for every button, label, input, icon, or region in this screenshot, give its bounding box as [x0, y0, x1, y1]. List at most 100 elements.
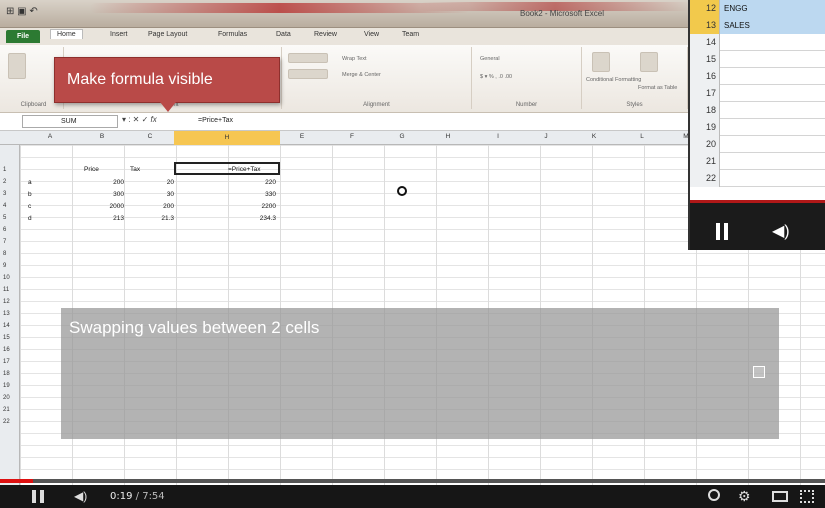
gear-icon[interactable]: ⚙ — [738, 488, 751, 505]
cell-label[interactable]: c — [28, 203, 31, 210]
title-highlight — [90, 3, 470, 13]
cell-price[interactable]: 200 — [84, 179, 124, 186]
tab-insert[interactable]: Insert — [110, 31, 128, 38]
row-header[interactable]: 19 — [0, 383, 20, 389]
captions-icon[interactable] — [708, 489, 720, 501]
video-title-overlay[interactable]: Swapping values between 2 cells — [61, 308, 779, 439]
column-header-c[interactable]: C — [140, 133, 160, 140]
row-header[interactable]: 14 — [0, 323, 20, 329]
row-header[interactable]: 6 — [0, 227, 20, 233]
conditional-formatting-icon[interactable] — [592, 52, 610, 72]
cell-tax[interactable]: 20 — [134, 179, 174, 186]
tab-file[interactable]: File — [6, 30, 40, 43]
column-header-k[interactable]: K — [584, 133, 604, 140]
tab-formulas[interactable]: Formulas — [218, 31, 247, 38]
row-header[interactable]: 13 — [0, 311, 20, 317]
thumbnail-row: 19 — [690, 119, 825, 136]
cell-label[interactable]: b — [28, 191, 32, 198]
cell-total[interactable]: 330 — [236, 191, 276, 198]
column-header-selected[interactable]: H — [174, 131, 280, 145]
cell-tax[interactable]: 30 — [134, 191, 174, 198]
cell-tax[interactable]: 200 — [134, 203, 174, 210]
volume-icon[interactable]: ◀) — [74, 489, 87, 503]
row-header[interactable]: 10 — [0, 275, 20, 281]
thumbnail-row-number: 20 — [690, 136, 720, 153]
annotation-callout[interactable]: Make formula visible — [54, 57, 280, 103]
cell-total[interactable]: 220 — [236, 179, 276, 186]
column-header-f[interactable]: F — [342, 133, 362, 140]
cell-price[interactable]: 300 — [84, 191, 124, 198]
paste-icon[interactable] — [8, 53, 26, 79]
share-icon[interactable] — [753, 366, 765, 378]
size-icon[interactable] — [772, 491, 788, 502]
thumbnail-controls: ◀) — [690, 200, 825, 250]
wrap-text-button[interactable]: Wrap Text — [342, 56, 367, 62]
cell-header-tax[interactable]: Tax — [130, 166, 140, 173]
row-header[interactable]: 7 — [0, 239, 20, 245]
row-header[interactable]: 20 — [0, 395, 20, 401]
formula-input[interactable]: =Price+Tax — [198, 117, 233, 124]
row-header[interactable]: 3 — [0, 191, 20, 197]
number-format-icons[interactable]: $ ▾ % , .0 .00 — [480, 74, 512, 80]
progress-bar[interactable] — [0, 479, 825, 483]
row-header[interactable]: 15 — [0, 335, 20, 341]
selected-cell[interactable] — [174, 162, 280, 175]
thumbnail-row-number: 15 — [690, 51, 720, 68]
format-as-table-icon[interactable] — [640, 52, 658, 72]
cell-price[interactable]: 2000 — [84, 203, 124, 210]
cell-header-price[interactable]: Price — [84, 166, 99, 173]
row-header[interactable]: 12 — [0, 299, 20, 305]
align-top-icon[interactable] — [288, 53, 328, 63]
row-header[interactable]: 2 — [0, 179, 20, 185]
preview-thumbnail[interactable]: 12 ENGG 13 SALES 14 15 16 17 18 19 20 21… — [688, 0, 825, 250]
row-header[interactable]: 18 — [0, 371, 20, 377]
thumbnail-row-number: 21 — [690, 153, 720, 170]
tab-team[interactable]: Team — [402, 31, 419, 38]
formula-icons[interactable]: ▾ : ✕ ✓ fx — [122, 115, 157, 124]
group-label-styles: Styles — [626, 102, 643, 108]
column-header-e[interactable]: E — [292, 133, 312, 140]
video-player[interactable]: ⊞ ▣ ↶ Book2 - Microsoft Excel File Home … — [0, 0, 825, 508]
row-header[interactable]: 21 — [0, 407, 20, 413]
column-header-i[interactable]: I — [488, 133, 508, 140]
row-header[interactable]: 9 — [0, 263, 20, 269]
callout-pointer — [160, 102, 176, 112]
cell-price[interactable]: 213 — [84, 215, 124, 222]
row-header[interactable]: 5 — [0, 215, 20, 221]
cell-label[interactable]: d — [28, 215, 32, 222]
column-header-j[interactable]: J — [536, 133, 556, 140]
column-header-l[interactable]: L — [632, 133, 652, 140]
column-header-a[interactable]: A — [40, 133, 60, 140]
tab-home[interactable]: Home — [50, 29, 83, 39]
group-number: General $ ▾ % , .0 .00 Number — [472, 47, 582, 109]
cell-total[interactable]: 2200 — [236, 203, 276, 210]
tab-page-layout[interactable]: Page Layout — [148, 31, 187, 38]
row-header[interactable]: 11 — [0, 287, 20, 293]
number-format-select[interactable]: General — [480, 56, 500, 62]
row-header[interactable]: 16 — [0, 347, 20, 353]
tab-view[interactable]: View — [364, 31, 379, 38]
row-header[interactable]: 8 — [0, 251, 20, 257]
thumbnail-row: 14 — [690, 34, 825, 51]
tab-review[interactable]: Review — [314, 31, 337, 38]
cell-total[interactable]: 234.3 — [236, 215, 276, 222]
align-center-icon[interactable] — [288, 69, 328, 79]
row-header[interactable]: 17 — [0, 359, 20, 365]
thumbnail-row-number: 19 — [690, 119, 720, 136]
column-header-b[interactable]: B — [92, 133, 112, 140]
row-header[interactable]: 22 — [0, 419, 20, 425]
pause-icon[interactable] — [32, 490, 36, 503]
merge-center-button[interactable]: Merge & Center — [342, 72, 381, 78]
column-header-g[interactable]: G — [392, 133, 412, 140]
row-header[interactable]: 4 — [0, 203, 20, 209]
column-header-h[interactable]: H — [438, 133, 458, 140]
fullscreen-icon[interactable] — [800, 490, 814, 503]
quick-access-toolbar[interactable]: ⊞ ▣ ↶ — [6, 6, 38, 17]
row-header[interactable]: 1 — [0, 167, 20, 173]
cell-tax[interactable]: 21.3 — [134, 215, 174, 222]
cell-label[interactable]: a — [28, 179, 32, 186]
thumbnail-row: 22 — [690, 170, 825, 187]
name-box[interactable]: SUM — [22, 115, 118, 128]
mouse-cursor-icon — [397, 186, 407, 196]
tab-data[interactable]: Data — [276, 31, 291, 38]
